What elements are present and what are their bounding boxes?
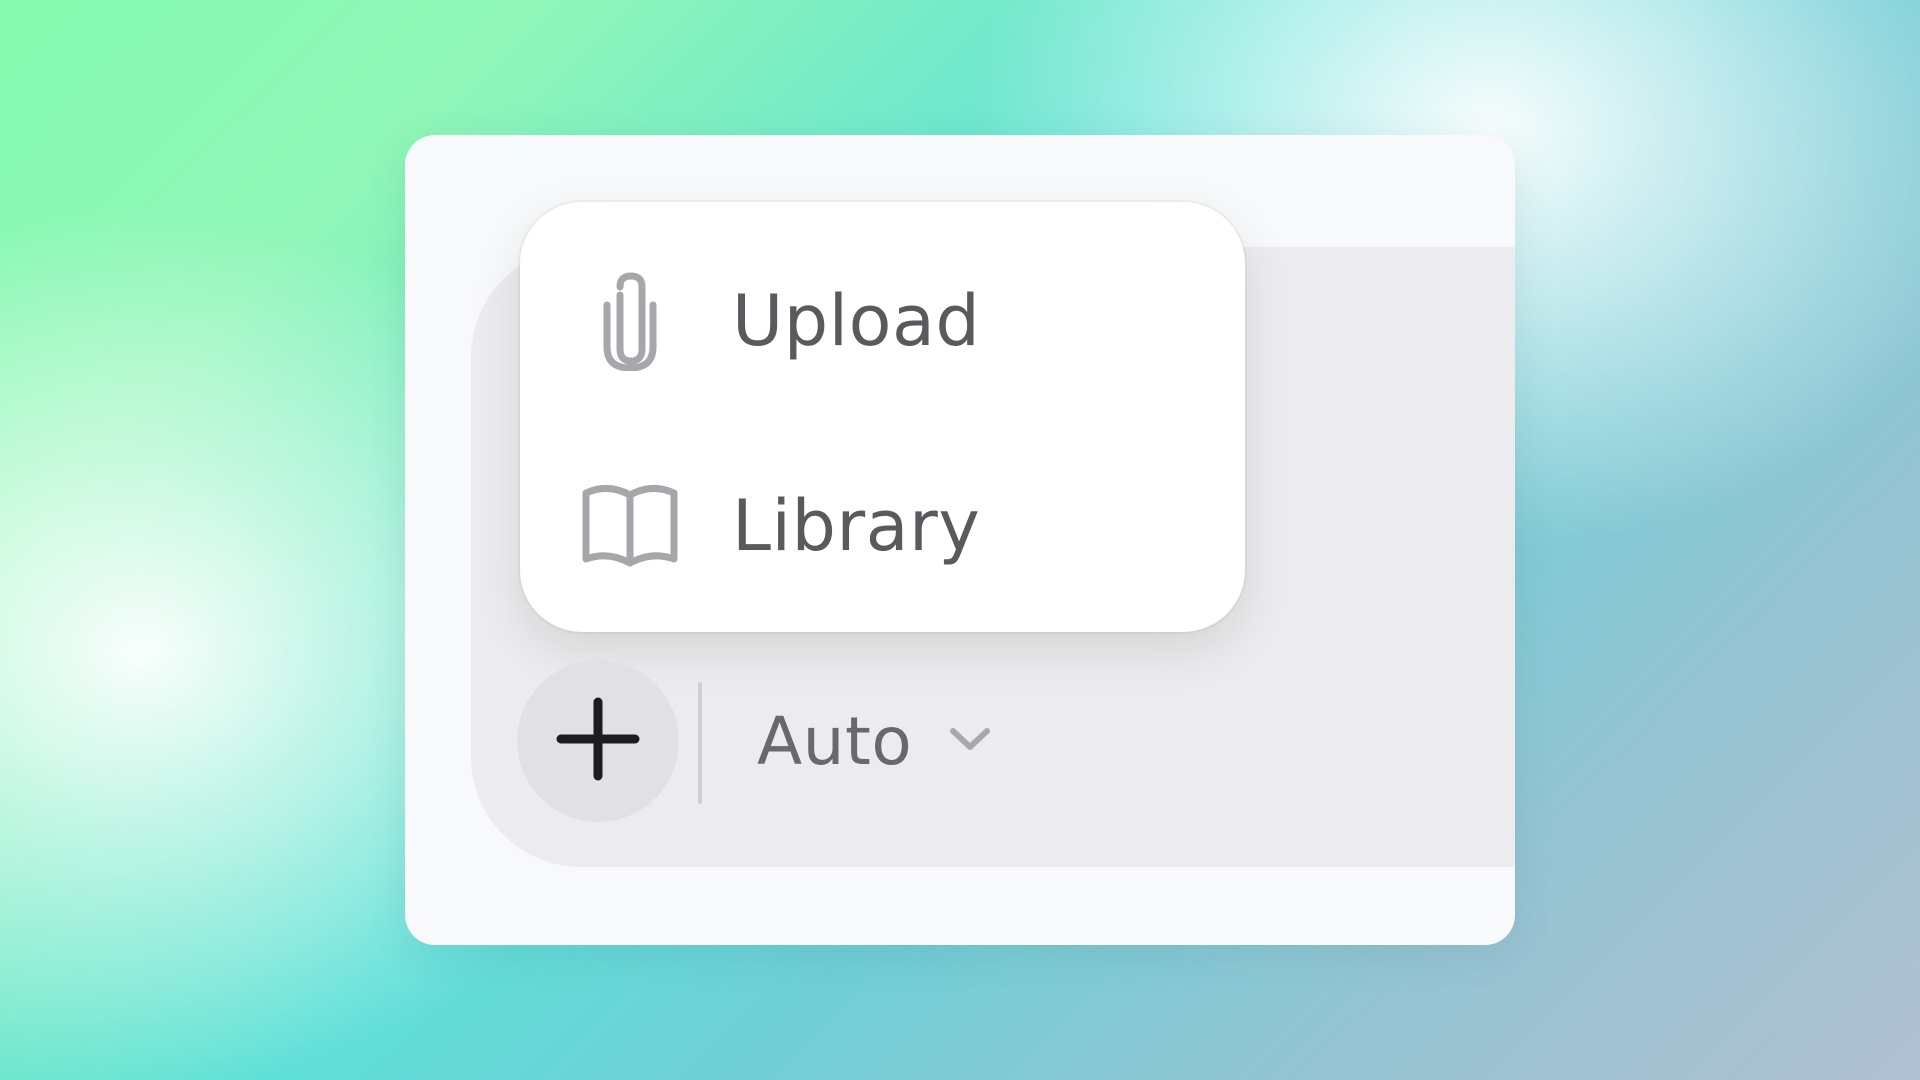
toolbar-divider [698, 682, 702, 804]
plus-icon [555, 696, 641, 786]
add-button[interactable] [517, 660, 679, 822]
chevron-down-icon [948, 725, 992, 757]
attachment-menu: Upload Library [520, 202, 1245, 632]
menu-item-library[interactable]: Library [520, 451, 1245, 601]
menu-item-upload[interactable]: Upload [520, 246, 1245, 396]
menu-item-label: Upload [732, 280, 981, 362]
book-icon [575, 471, 685, 581]
model-select-label: Auto [757, 702, 913, 780]
composer-panel: Upload Library Auto [405, 135, 1515, 945]
composer-toolbar: Auto [405, 660, 1005, 822]
model-select[interactable]: Auto [757, 696, 992, 786]
menu-item-label: Library [732, 485, 981, 567]
paperclip-icon [575, 266, 685, 376]
